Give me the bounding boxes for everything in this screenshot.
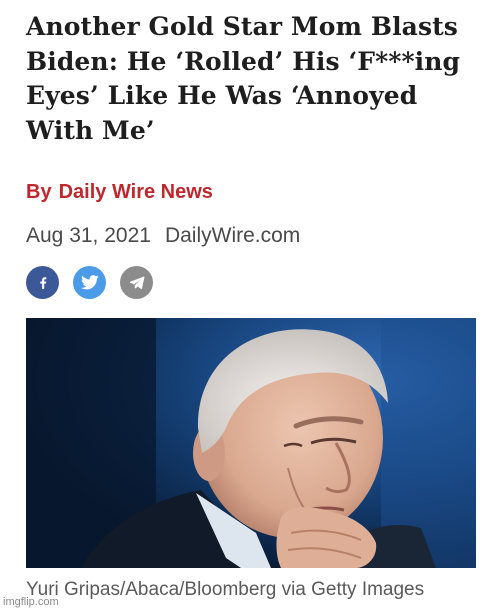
telegram-share-button[interactable] [120, 266, 153, 299]
source-site: DailyWire.com [164, 224, 301, 247]
imgflip-watermark: imgflip.com [3, 596, 59, 608]
headline-line: Another Gold Star Mom Blasts [26, 12, 458, 41]
headline-line: With Me’ [26, 115, 155, 145]
twitter-icon [80, 275, 99, 290]
facebook-icon [39, 276, 46, 289]
headline-line: Eyes’ Like He Was ‘Annoyed [26, 81, 418, 110]
article-header: Another Gold Star Mom Blasts Biden: He ‘… [26, 10, 476, 299]
portrait-image [26, 318, 476, 568]
telegram-icon [129, 276, 144, 289]
twitter-share-button[interactable] [73, 266, 106, 299]
facebook-share-button[interactable] [26, 266, 59, 299]
headline-line: Biden: He ‘Rolled’ His ‘F***ing [26, 46, 461, 76]
article-photo [26, 318, 476, 568]
publish-date: Aug 31, 2021 [26, 224, 151, 247]
article-meta: Aug 31, 2021 DailyWire.com [26, 224, 300, 248]
article-headline: Another Gold Star Mom Blasts Biden: He ‘… [26, 10, 476, 148]
photo-credit: Yuri Gripas/Abaca/Bloomberg via Getty Im… [26, 579, 425, 600]
byline: By Daily Wire News [26, 181, 213, 204]
byline-prefix: By [26, 181, 52, 203]
author-link[interactable]: Daily Wire News [59, 181, 213, 203]
share-bar [26, 266, 153, 299]
